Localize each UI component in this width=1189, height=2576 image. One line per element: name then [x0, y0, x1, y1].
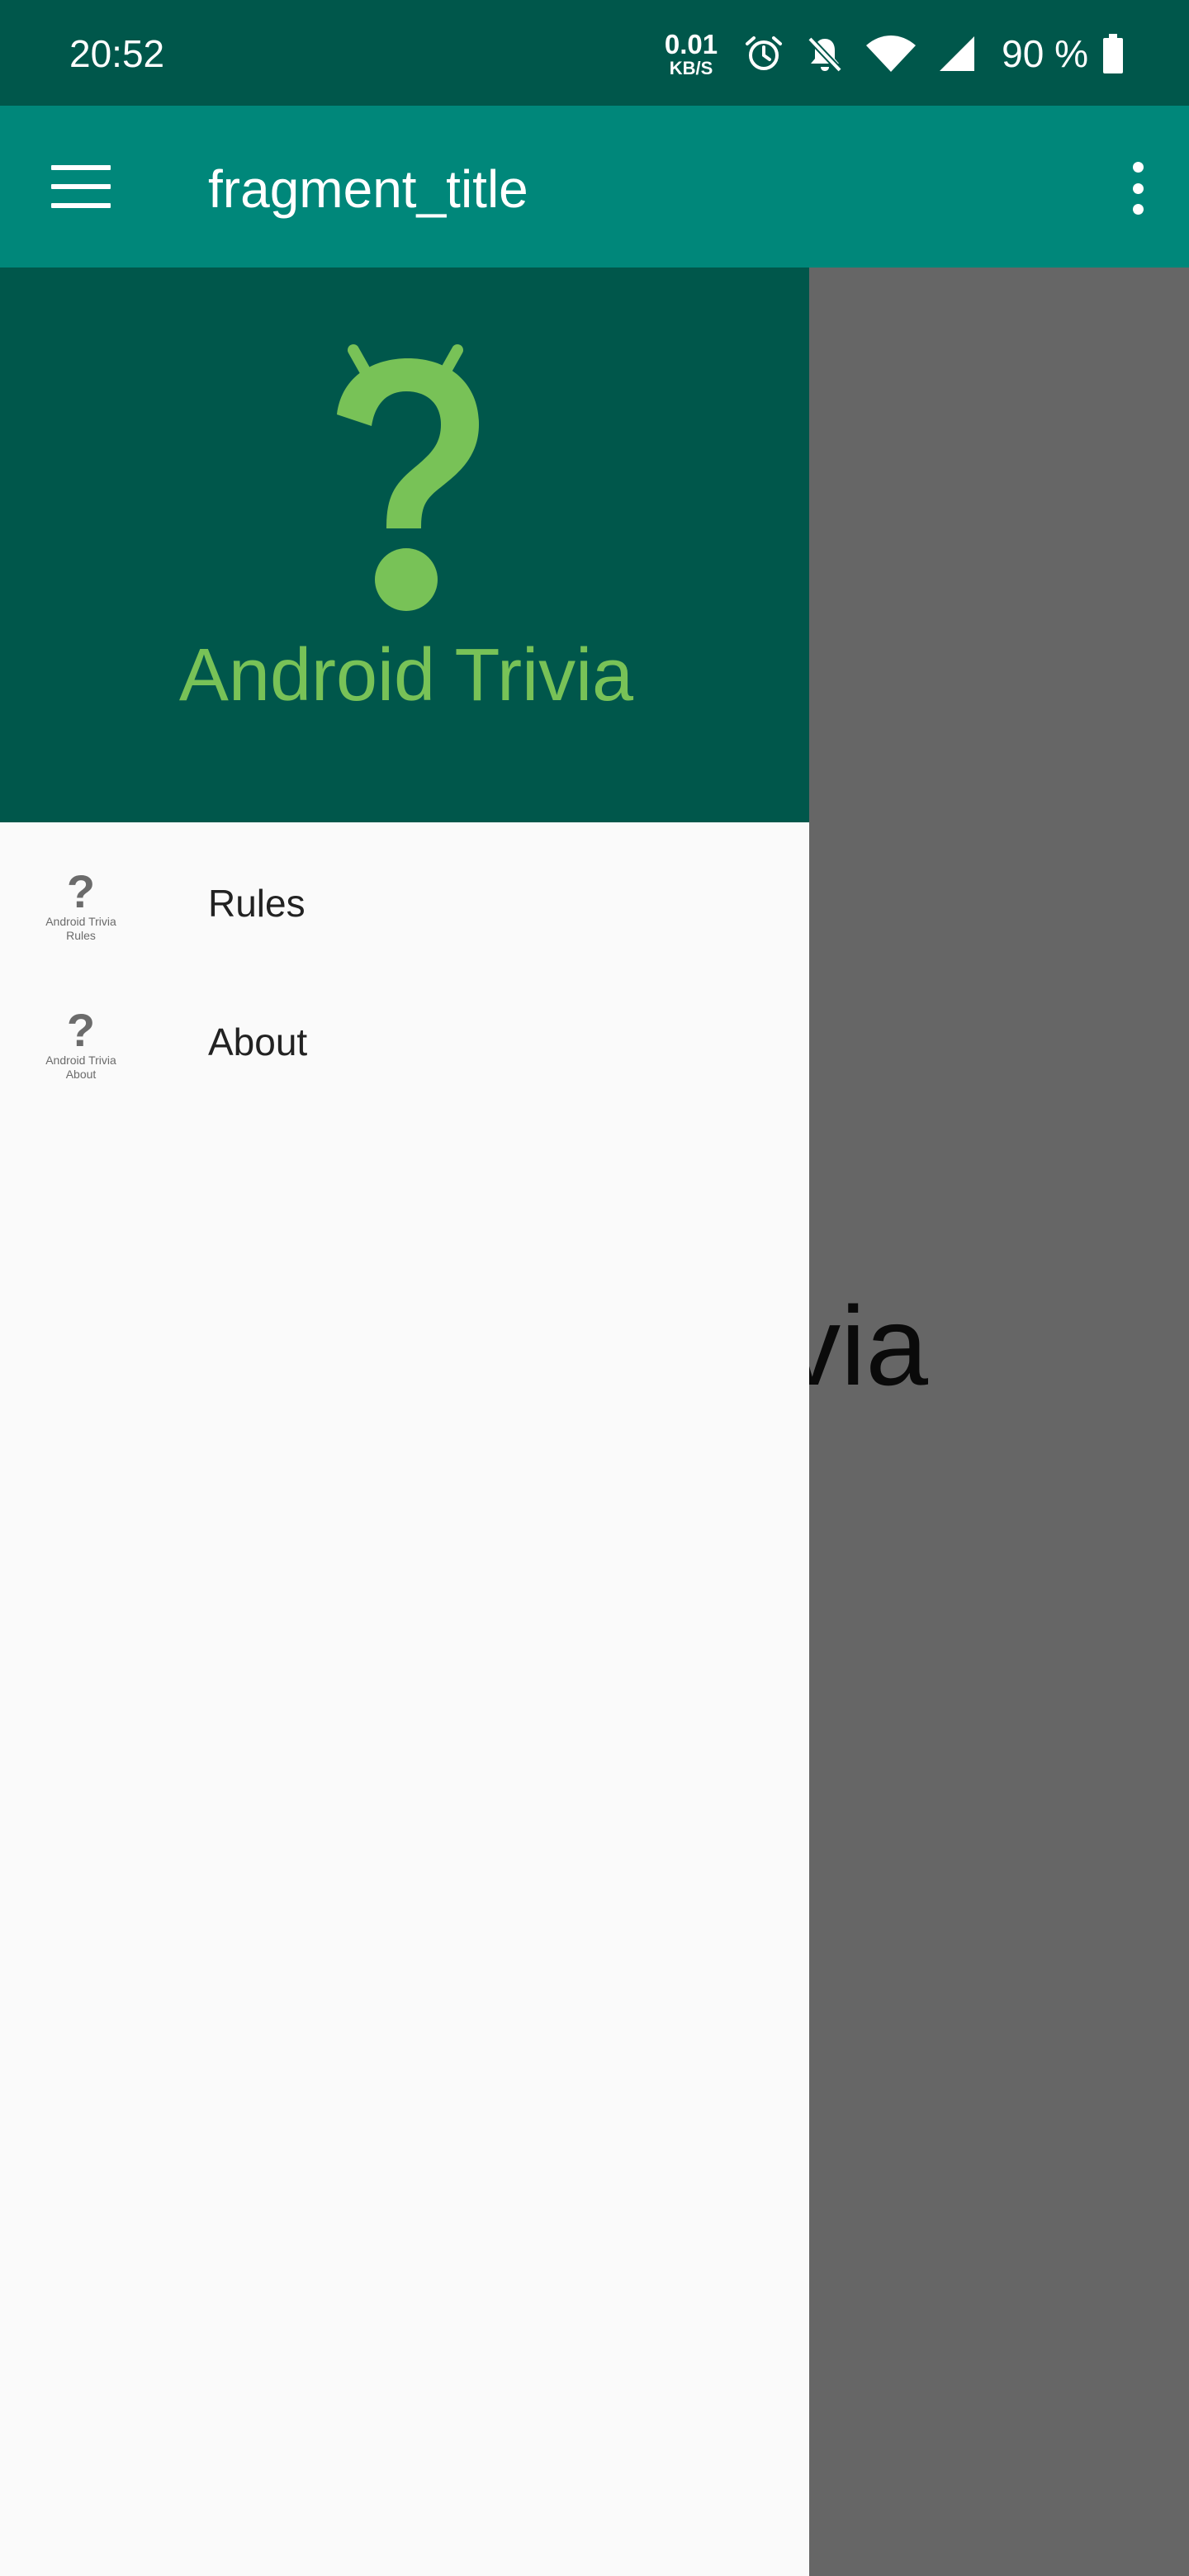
about-icon-caption-item: About	[65, 1068, 97, 1081]
about-icon-caption-app: Android Trivia	[45, 1054, 116, 1067]
drawer-item-label: Rules	[208, 882, 306, 925]
status-bar: 20:52 0.01 KB/S 90 %	[0, 0, 1189, 106]
network-speed-value: 0.01	[664, 28, 718, 59]
navigation-drawer: Android Trivia ? Android Trivia Rules Ru…	[0, 268, 809, 2576]
network-speed-unit: KB/S	[669, 57, 713, 78]
app-bar: fragment_title	[0, 106, 1189, 268]
rules-icon: ? Android Trivia Rules	[45, 865, 116, 943]
drawer-item-about[interactable]: ? Android Trivia About About	[0, 974, 809, 1113]
trivia-logo-icon	[337, 344, 479, 611]
drawer-item-label: About	[208, 1020, 308, 1063]
rules-icon-caption-app: Android Trivia	[45, 915, 116, 928]
menu-icon[interactable]	[46, 160, 116, 213]
bell-off-icon	[803, 32, 846, 75]
about-icon: ? Android Trivia About	[45, 1004, 116, 1082]
more-vert-icon[interactable]	[1120, 159, 1156, 218]
battery-percent: 90 %	[1002, 32, 1088, 75]
alarm-icon	[742, 32, 785, 75]
battery-icon	[1103, 34, 1123, 73]
app-bar-title: fragment_title	[208, 159, 528, 219]
rules-icon-caption-item: Rules	[66, 929, 96, 942]
screen: 20:52 0.01 KB/S 90 % fragment_title Andr…	[0, 0, 1189, 2576]
cell-signal-icon	[936, 32, 978, 75]
status-time: 20:52	[69, 32, 165, 75]
status-icons: 0.01 KB/S 90 %	[665, 25, 1123, 83]
drawer-header: Android Trivia	[0, 268, 809, 822]
network-speed: 0.01 KB/S	[665, 31, 718, 78]
drawer-header-title: Android Trivia	[178, 634, 634, 717]
drawer-item-rules[interactable]: ? Android Trivia Rules Rules	[0, 836, 809, 974]
wifi-icon	[865, 32, 917, 75]
